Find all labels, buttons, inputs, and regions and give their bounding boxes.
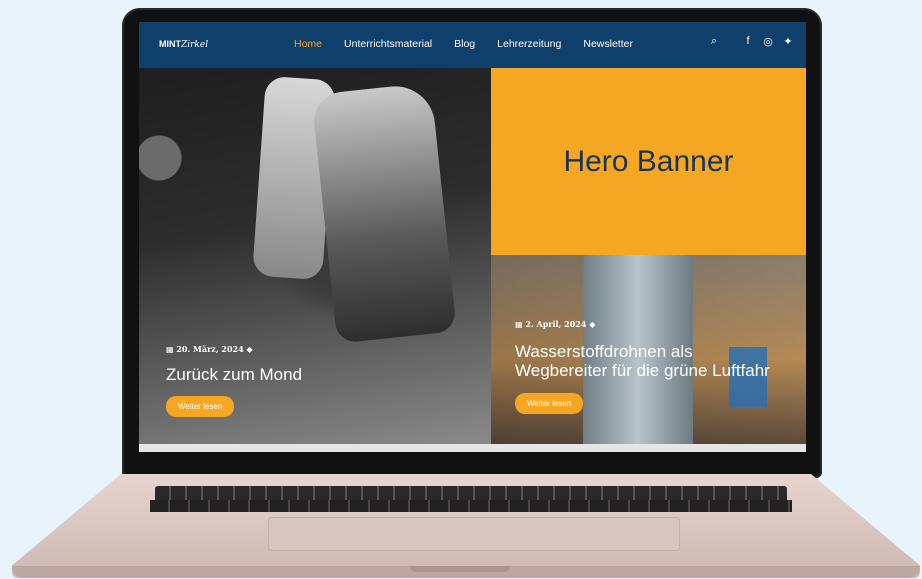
calendar-icon: ▦ [515,319,526,329]
read-more-button-left[interactable]: Weiter lesen [166,396,235,417]
twitter-icon[interactable]: ✦ [778,35,798,48]
post-title-left[interactable]: Zurück zum Mond [166,365,302,384]
hero-banner-text: Hero Banner [563,144,734,178]
laptop-notch [410,566,510,572]
search-icon[interactable]: ⌕ [704,35,724,48]
calendar-icon: ▦ [166,344,177,354]
menu-item-home[interactable]: Home [294,38,322,50]
logo-italic-text: Zirkel [181,40,209,50]
top-navigation: MINTZirkel Home Unterrichtsmaterial Blog… [139,22,806,68]
tag-icon: ◆ [246,344,253,354]
main-menu: Home Unterrichtsmaterial Blog Lehrerzeit… [294,38,655,50]
laptop-trackpad [268,517,680,551]
hero-left-post[interactable]: ▦ 20. März, 2024 ◆ Zurück zum Mond Weite… [139,68,491,444]
instagram-icon[interactable]: ◎ [758,35,778,48]
menu-item-blog[interactable]: Blog [454,38,475,50]
hero-banner[interactable]: Hero Banner [491,68,806,255]
tag-icon: ◆ [589,319,596,329]
nav-icons: ⌕ f ◎ ✦ [704,35,798,48]
site-logo[interactable]: MINTZirkel [159,39,208,50]
post-date-right: ▦ 2. April, 2024 ◆ [515,319,596,329]
menu-item-unterrichtsmaterial[interactable]: Unterrichtsmaterial [344,38,432,50]
facebook-icon[interactable]: f [738,35,758,48]
content-strip [139,444,806,452]
logo-bold-text: MINT [159,39,181,49]
post-title-right[interactable]: Wasserstoffdrohnen als Wegbereiter für d… [515,342,770,380]
hero-right-post[interactable]: ▦ 2. April, 2024 ◆ Wasserstoffdrohnen al… [491,255,806,444]
laptop-screen: MINTZirkel Home Unterrichtsmaterial Blog… [139,22,806,452]
menu-item-lehrerzeitung[interactable]: Lehrerzeitung [497,38,561,50]
laptop-keyboard-row [150,500,792,512]
menu-item-newsletter[interactable]: Newsletter [583,38,633,50]
post-date-left: ▦ 20. März, 2024 ◆ [166,344,253,354]
astronaut-boot-image [311,82,457,344]
read-more-button-right[interactable]: Weiter lesen [515,393,584,414]
